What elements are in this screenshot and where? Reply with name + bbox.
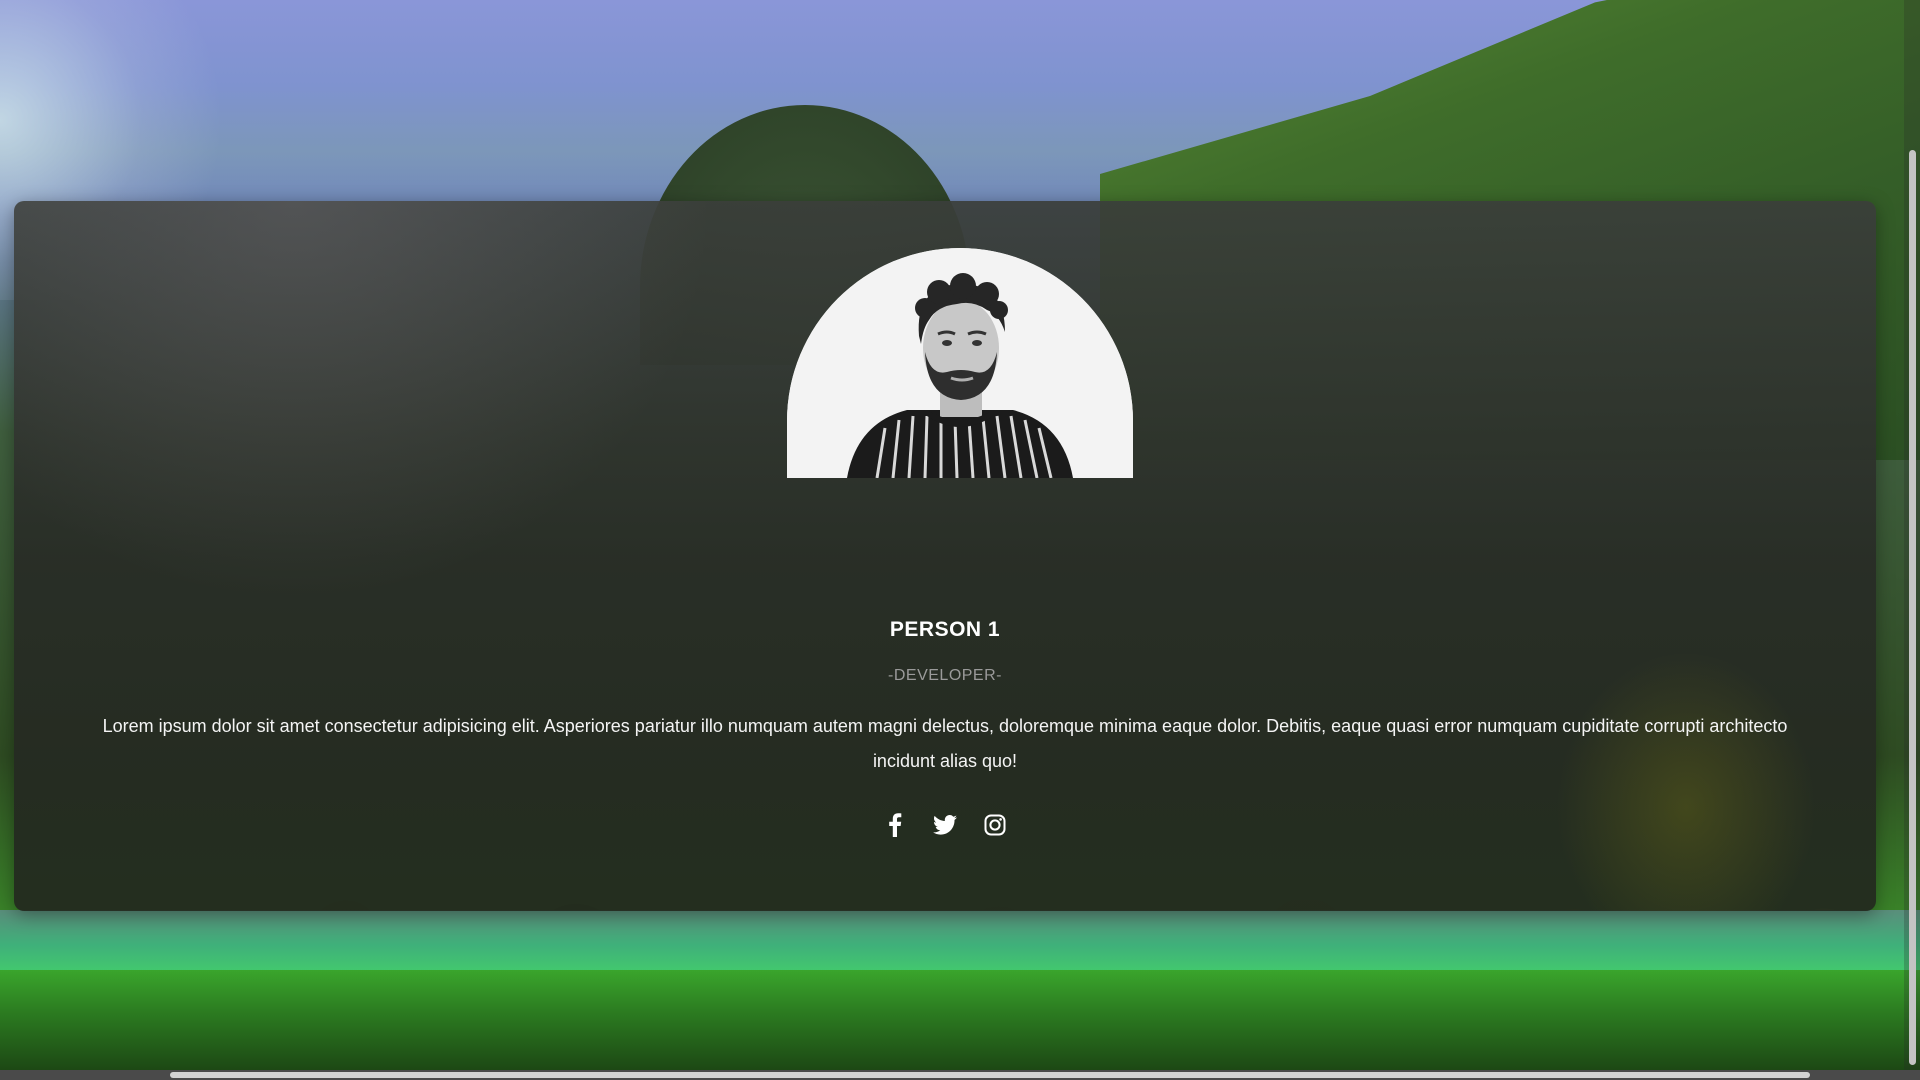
- grass: [0, 970, 1920, 1080]
- instagram-icon: [984, 814, 1006, 836]
- twitter-link[interactable]: [932, 812, 958, 838]
- profile-card: PERSON 1 -DEVELOPER- Lorem ipsum dolor s…: [14, 201, 1876, 911]
- page: PERSON 1 -DEVELOPER- Lorem ipsum dolor s…: [0, 0, 1920, 1080]
- facebook-link[interactable]: [882, 812, 908, 838]
- card-glow: [14, 201, 714, 601]
- vertical-scrollbar[interactable]: [1904, 0, 1920, 1080]
- profile-role: -DEVELOPER-: [888, 667, 1002, 684]
- twitter-icon: [933, 815, 957, 835]
- profile-name: PERSON 1: [889, 618, 1001, 641]
- facebook-icon: [889, 813, 902, 837]
- horizontal-scrollbar[interactable]: [0, 1070, 1920, 1080]
- avatar: [787, 248, 1133, 478]
- instagram-link[interactable]: [982, 812, 1008, 838]
- horizontal-scrollbar-thumb[interactable]: [170, 1072, 1810, 1078]
- profile-bio: Lorem ipsum dolor sit amet consectetur a…: [102, 716, 1788, 771]
- social-links: [14, 812, 1876, 838]
- card-glow: [1556, 651, 1816, 911]
- vertical-scrollbar-thumb[interactable]: [1909, 150, 1916, 1065]
- avatar-photo: [787, 248, 1133, 478]
